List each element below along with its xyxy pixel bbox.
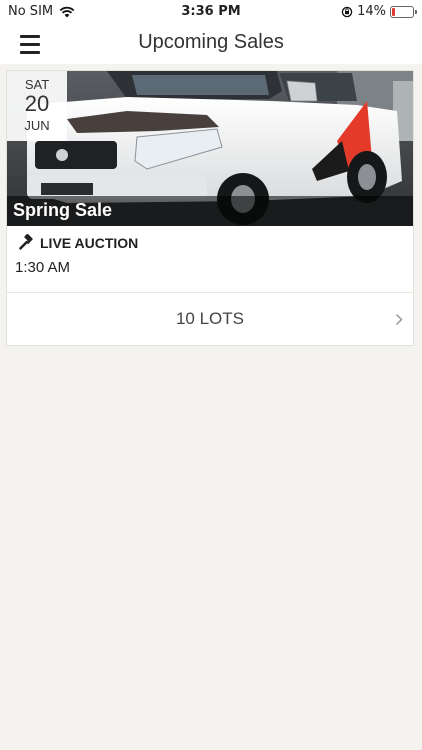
- sale-month: JUN: [24, 118, 50, 133]
- sale-time: 1:30 AM: [15, 259, 71, 276]
- status-bar: No SIM 3:36 PM 14%: [0, 0, 422, 24]
- battery-icon: [390, 5, 417, 18]
- page-title: Upcoming Sales: [138, 31, 284, 53]
- gavel-icon: [19, 234, 33, 250]
- orientation-lock-icon: [341, 6, 353, 17]
- battery-percent: 14%: [357, 4, 386, 19]
- lots-row[interactable]: 10 LOTS: [7, 292, 413, 347]
- battery-level: [392, 7, 395, 16]
- chevron-right-icon: [395, 313, 403, 326]
- sale-image: SAT 20 JUN Spring Sale: [7, 71, 413, 226]
- sale-name: Spring Sale: [13, 200, 113, 220]
- sale-name-overlay: Spring Sale: [7, 196, 413, 226]
- status-right: 14%: [341, 4, 417, 19]
- sale-day-of-week: SAT: [24, 77, 50, 92]
- sale-card[interactable]: SAT 20 JUN Spring Sale LIVE AUCTION 1:30…: [6, 70, 414, 346]
- sale-type: LIVE AUCTION: [17, 234, 138, 252]
- sale-day: 20: [24, 91, 50, 116]
- sale-type-label: LIVE AUCTION: [40, 235, 139, 251]
- nav-bar: Upcoming Sales: [0, 24, 422, 64]
- sale-date-badge: SAT 20 JUN: [7, 71, 67, 141]
- lots-count-label: 10 LOTS: [175, 309, 245, 328]
